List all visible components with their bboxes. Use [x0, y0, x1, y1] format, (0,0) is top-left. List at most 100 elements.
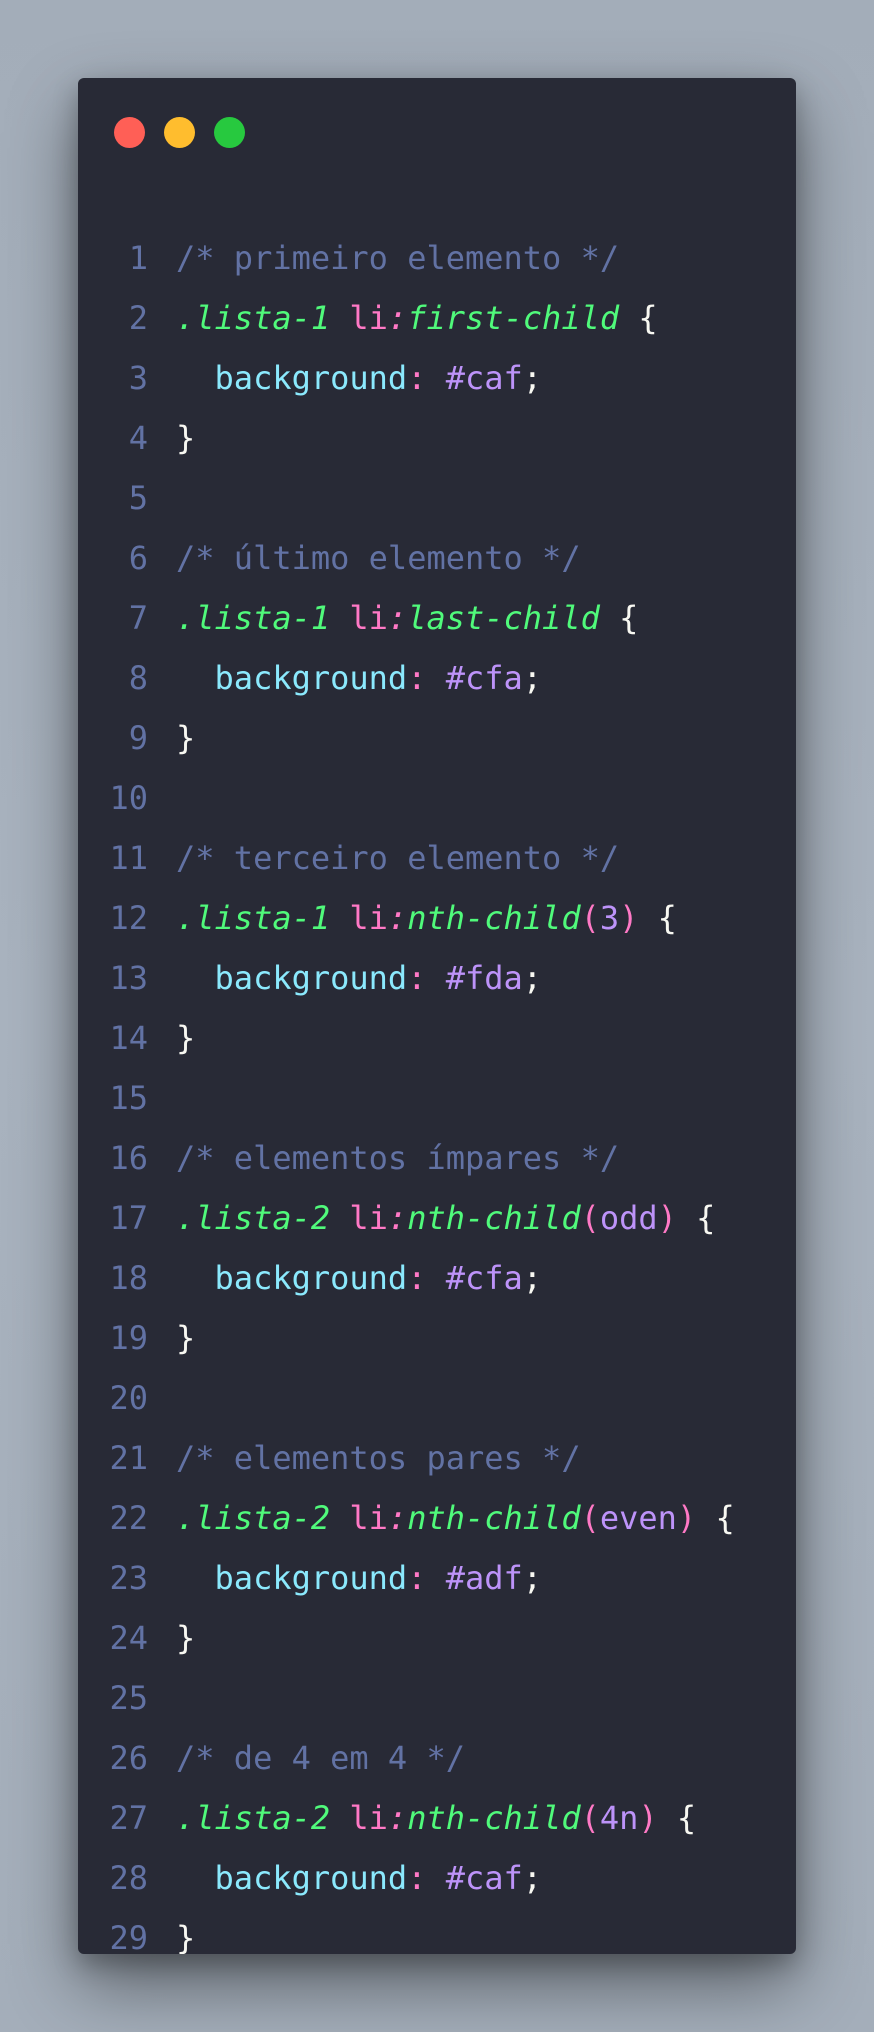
css-property: background	[214, 1259, 408, 1297]
css-value: #fda	[445, 959, 523, 997]
property-colon: :	[407, 1259, 427, 1297]
close-brace: }	[176, 1619, 196, 1657]
open-brace: {	[715, 1499, 735, 1537]
code-comment: /* elementos pares */	[176, 1439, 581, 1477]
css-pseudo-class: nth-child	[407, 1499, 581, 1537]
css-property: background	[214, 959, 408, 997]
line-source: }	[148, 708, 195, 768]
window-controls	[114, 117, 245, 148]
code-line: 6 /* último elemento */	[78, 528, 796, 588]
line-source: }	[148, 1008, 195, 1068]
close-brace: }	[176, 419, 196, 457]
close-dot-icon[interactable]	[114, 117, 145, 148]
line-number: 19	[109, 1319, 148, 1357]
css-tag-selector: li	[349, 1799, 388, 1837]
code-comment: /* elementos ímpares */	[176, 1139, 620, 1177]
line-source: background: #caf;	[148, 1848, 543, 1908]
line-number: 25	[109, 1679, 148, 1717]
css-class-selector: .lista-2	[176, 1499, 331, 1537]
code-line: 18 background: #cfa;	[78, 1248, 796, 1308]
line-number: 18	[109, 1259, 148, 1297]
close-brace: }	[176, 1919, 196, 1954]
pseudo-colon: :	[387, 899, 408, 937]
semicolon: ;	[522, 659, 543, 697]
line-number: 4	[128, 419, 148, 457]
maximize-dot-icon[interactable]	[214, 117, 245, 148]
css-pseudo-class: last-child	[407, 599, 600, 637]
css-value: #adf	[445, 1559, 523, 1597]
code-line: 15	[78, 1068, 796, 1128]
code-line: 4}	[78, 408, 796, 468]
pseudo-argument: even	[599, 1499, 677, 1537]
line-source: background: #caf;	[148, 348, 543, 408]
code-line: 20	[78, 1368, 796, 1428]
line-number: 9	[128, 719, 148, 757]
line-number: 1	[128, 239, 148, 277]
code-line: 5	[78, 468, 796, 528]
code-line: 16 /* elementos ímpares */	[78, 1128, 796, 1188]
line-source: background: #cfa;	[148, 1248, 543, 1308]
line-source: background: #adf;	[148, 1548, 543, 1608]
pseudo-colon: :	[387, 1799, 408, 1837]
line-source: .lista-1 li:nth-child(3) {	[148, 888, 677, 948]
code-line: 8 background: #cfa;	[78, 648, 796, 708]
open-brace: {	[696, 1199, 716, 1237]
css-pseudo-class: nth-child	[407, 1799, 581, 1837]
property-colon: :	[407, 1559, 427, 1597]
line-source	[148, 1368, 176, 1428]
code-window: 1/* primeiro elemento */2 .lista-1 li:fir…	[78, 78, 796, 1954]
line-number: 26	[109, 1739, 148, 1777]
line-number: 11	[109, 839, 148, 877]
line-source: .lista-1 li:first-child {	[148, 288, 658, 348]
css-class-selector: .lista-1	[176, 599, 331, 637]
css-pseudo-class: first-child	[407, 299, 620, 337]
line-number: 8	[128, 659, 148, 697]
close-brace: }	[176, 1019, 196, 1057]
css-class-selector: .lista-2	[176, 1199, 331, 1237]
line-number: 22	[109, 1499, 148, 1537]
open-paren: (	[580, 899, 600, 937]
semicolon: ;	[522, 359, 543, 397]
pseudo-colon: :	[387, 1199, 408, 1237]
close-paren: )	[619, 899, 639, 937]
line-number: 3	[128, 359, 148, 397]
property-colon: :	[407, 959, 427, 997]
line-number: 2	[128, 299, 148, 337]
open-paren: (	[580, 1199, 600, 1237]
pseudo-colon: :	[387, 1499, 408, 1537]
css-property: background	[214, 359, 408, 397]
css-class-selector: .lista-1	[176, 899, 331, 937]
code-line: 26 /* de 4 em 4 */	[78, 1728, 796, 1788]
code-comment: /* primeiro elemento */	[176, 239, 620, 277]
line-number: 24	[109, 1619, 148, 1657]
css-value: #caf	[445, 359, 523, 397]
line-source: }	[148, 1308, 195, 1368]
line-source: .lista-2 li:nth-child(odd) {	[148, 1188, 715, 1248]
property-colon: :	[407, 659, 427, 697]
open-brace: {	[638, 299, 658, 337]
line-number: 16	[109, 1139, 148, 1177]
line-source: }	[148, 1608, 195, 1668]
line-source: background: #cfa;	[148, 648, 543, 708]
line-source: /* elementos ímpares */	[148, 1128, 619, 1188]
pseudo-argument: 4n	[599, 1799, 639, 1837]
code-line: 23 background: #adf;	[78, 1548, 796, 1608]
code-comment: /* de 4 em 4 */	[176, 1739, 465, 1777]
line-source: /* terceiro elemento */	[148, 828, 619, 888]
property-colon: :	[407, 359, 427, 397]
code-line: 28 background: #caf;	[78, 1848, 796, 1908]
line-source: }	[148, 408, 195, 468]
code-line: 25	[78, 1668, 796, 1728]
line-source: background: #fda;	[148, 948, 543, 1008]
code-line: 9}	[78, 708, 796, 768]
line-source: }	[148, 1908, 195, 1954]
css-tag-selector: li	[349, 1499, 388, 1537]
code-line: 2 .lista-1 li:first-child {	[78, 288, 796, 348]
line-source	[148, 1668, 176, 1728]
property-colon: :	[407, 1859, 427, 1897]
line-number: 6	[128, 539, 148, 577]
minimize-dot-icon[interactable]	[164, 117, 195, 148]
open-paren: (	[580, 1499, 600, 1537]
pseudo-colon: :	[387, 299, 408, 337]
css-tag-selector: li	[349, 1199, 388, 1237]
